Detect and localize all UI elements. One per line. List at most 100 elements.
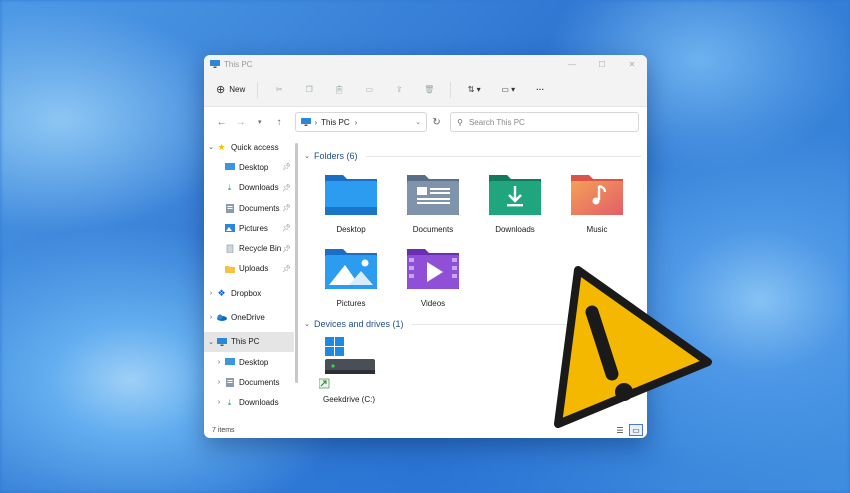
folder-desktop[interactable]: Desktop [310, 171, 392, 239]
sidebar-item-label: Recycle Bin [239, 244, 282, 254]
navigation-pane: ⌄ ★ Quick access Desktop 📌︎ ⤓ Downloads … [204, 137, 294, 422]
up-arrow-icon[interactable]: ↑ [269, 117, 288, 128]
documents-folder-icon [407, 175, 459, 215]
music-folder-icon [571, 175, 623, 215]
folder-music[interactable]: Music [556, 171, 638, 239]
this-pc-icon [210, 60, 220, 68]
item-count: 7 items [212, 426, 235, 434]
pin-icon: 📌︎ [282, 245, 291, 253]
chevron-down-icon[interactable]: ⌄ [415, 118, 421, 126]
videos-folder-icon [407, 249, 459, 289]
sidebar-item-uploads[interactable]: Uploads 📌︎ [204, 259, 294, 279]
folder-downloads[interactable]: Downloads [474, 171, 556, 239]
sidebar-item-pc-documents[interactable]: › Documents [204, 372, 294, 392]
chevron-right-icon[interactable]: › [206, 290, 216, 297]
sidebar-item-pictures[interactable]: Pictures 📌︎ [204, 218, 294, 238]
copy-icon[interactable]: ❐ [294, 79, 324, 101]
sidebar-item-quick-access[interactable]: ⌄ ★ Quick access [204, 137, 294, 157]
share-icon[interactable]: ⇪ [384, 79, 414, 101]
sidebar-item-label: Documents [239, 203, 280, 213]
sidebar-item-recycle-bin[interactable]: Recycle Bin 📌︎ [204, 238, 294, 258]
sidebar-item-label: Pictures [239, 223, 268, 233]
sidebar-item-label: Quick access [231, 142, 279, 152]
devices-header-label: Devices and drives (1) [314, 319, 404, 329]
pin-icon: 📌︎ [282, 225, 291, 233]
sidebar-item-dropbox[interactable]: › ❖ Dropbox [204, 283, 294, 303]
divider [365, 155, 641, 157]
sidebar-item-onedrive[interactable]: › OneDrive [204, 307, 294, 327]
view-icon[interactable]: ▭ ▾ [491, 79, 525, 101]
chevron-down-icon[interactable]: ⌄ [206, 338, 216, 346]
sidebar-item-label: Downloads [239, 183, 279, 193]
sidebar-scrollbar[interactable] [295, 143, 298, 383]
sidebar-item-downloads[interactable]: ⤓ Downloads 📌︎ [204, 178, 294, 198]
more-icon[interactable]: ··· [525, 79, 555, 101]
address-bar-row: ← → ▾ ↑ › This PC › ⌄ ↻ ⚲ Search This PC [204, 107, 647, 137]
close-button[interactable]: ✕ [617, 60, 647, 69]
folder-label: Documents [412, 225, 454, 234]
folders-header-label: Folders (6) [314, 151, 358, 161]
paste-icon[interactable]: 📋︎ [324, 79, 354, 101]
this-pc-icon [216, 337, 227, 346]
address-field[interactable]: › This PC › ⌄ [294, 112, 427, 132]
desktop-folder-icon [325, 175, 377, 215]
dropbox-icon: ❖ [217, 287, 226, 298]
sidebar-item-documents[interactable]: Documents 📌︎ [204, 198, 294, 218]
chevron-down-icon[interactable]: ⌄ [304, 152, 314, 160]
chevron-right-icon: › [314, 117, 318, 127]
chevron-down-icon[interactable]: ⌄ [304, 320, 314, 328]
sidebar-item-desktop[interactable]: Desktop 📌︎ [204, 157, 294, 177]
desktop-icon [224, 358, 235, 367]
search-input[interactable]: ⚲ Search This PC [450, 112, 640, 132]
folder-label: Pictures [336, 299, 366, 308]
back-arrow-icon[interactable]: ← [212, 117, 231, 128]
folder-documents[interactable]: Documents [392, 171, 474, 239]
rename-icon[interactable]: ▭ [354, 79, 384, 101]
new-button[interactable]: ⊕ New [214, 79, 251, 101]
pin-icon: 📌︎ [282, 205, 291, 213]
pictures-icon [224, 224, 235, 233]
maximize-button[interactable]: ☐ [587, 60, 617, 69]
chevron-down-icon[interactable]: ⌄ [206, 143, 216, 151]
sidebar-item-this-pc[interactable]: ⌄ This PC [204, 331, 294, 352]
document-icon [224, 203, 235, 213]
refresh-icon[interactable]: ↻ [427, 117, 446, 128]
search-placeholder: Search This PC [468, 117, 525, 127]
sidebar-item-pc-desktop[interactable]: › Desktop [204, 352, 294, 372]
new-button-label: New [229, 85, 246, 94]
cloud-icon [216, 313, 227, 322]
search-icon: ⚲ [457, 117, 463, 127]
pin-icon: 📌︎ [282, 184, 291, 192]
title-bar: This PC — ☐ ✕ [204, 55, 647, 73]
chevron-right-icon[interactable]: › [355, 118, 358, 127]
chevron-right-icon[interactable]: › [214, 399, 224, 406]
sort-icon[interactable]: ⇅ ▾ [457, 79, 491, 101]
chevron-right-icon[interactable]: › [214, 359, 224, 366]
chevron-right-icon[interactable]: › [206, 314, 216, 321]
pin-icon: 📌︎ [282, 265, 291, 273]
sidebar-item-label: Documents [239, 377, 280, 387]
minimize-button[interactable]: — [557, 60, 587, 69]
chevron-right-icon[interactable]: › [214, 379, 224, 386]
recent-chevron-icon[interactable]: ▾ [250, 118, 269, 126]
folder-label: Music [586, 225, 608, 234]
forward-arrow-icon[interactable]: → [231, 117, 250, 128]
download-icon: ⤓ [227, 397, 232, 407]
delete-icon[interactable]: 🗑︎ [414, 79, 444, 101]
plus-icon: ⊕ [216, 84, 226, 96]
folder-icon [224, 264, 235, 273]
folders-section-header[interactable]: ⌄ Folders (6) [304, 149, 647, 163]
warning-icon [554, 266, 712, 428]
folder-pictures[interactable]: Pictures [310, 245, 392, 313]
folder-videos[interactable]: Videos [392, 245, 474, 313]
folder-label: Desktop [336, 225, 366, 234]
toolbar-divider [450, 81, 452, 98]
folder-label: Videos [420, 299, 446, 308]
recycle-bin-icon [224, 244, 235, 254]
cut-icon[interactable]: ✂ [264, 79, 294, 101]
drive-c[interactable]: Geekdrive (C:) [314, 337, 384, 404]
pictures-folder-icon [325, 249, 377, 289]
sidebar-item-pc-downloads[interactable]: › ⤓ Downloads [204, 393, 294, 413]
sidebar-item-label: Uploads [239, 264, 269, 274]
sidebar-item-label: OneDrive [231, 313, 265, 323]
